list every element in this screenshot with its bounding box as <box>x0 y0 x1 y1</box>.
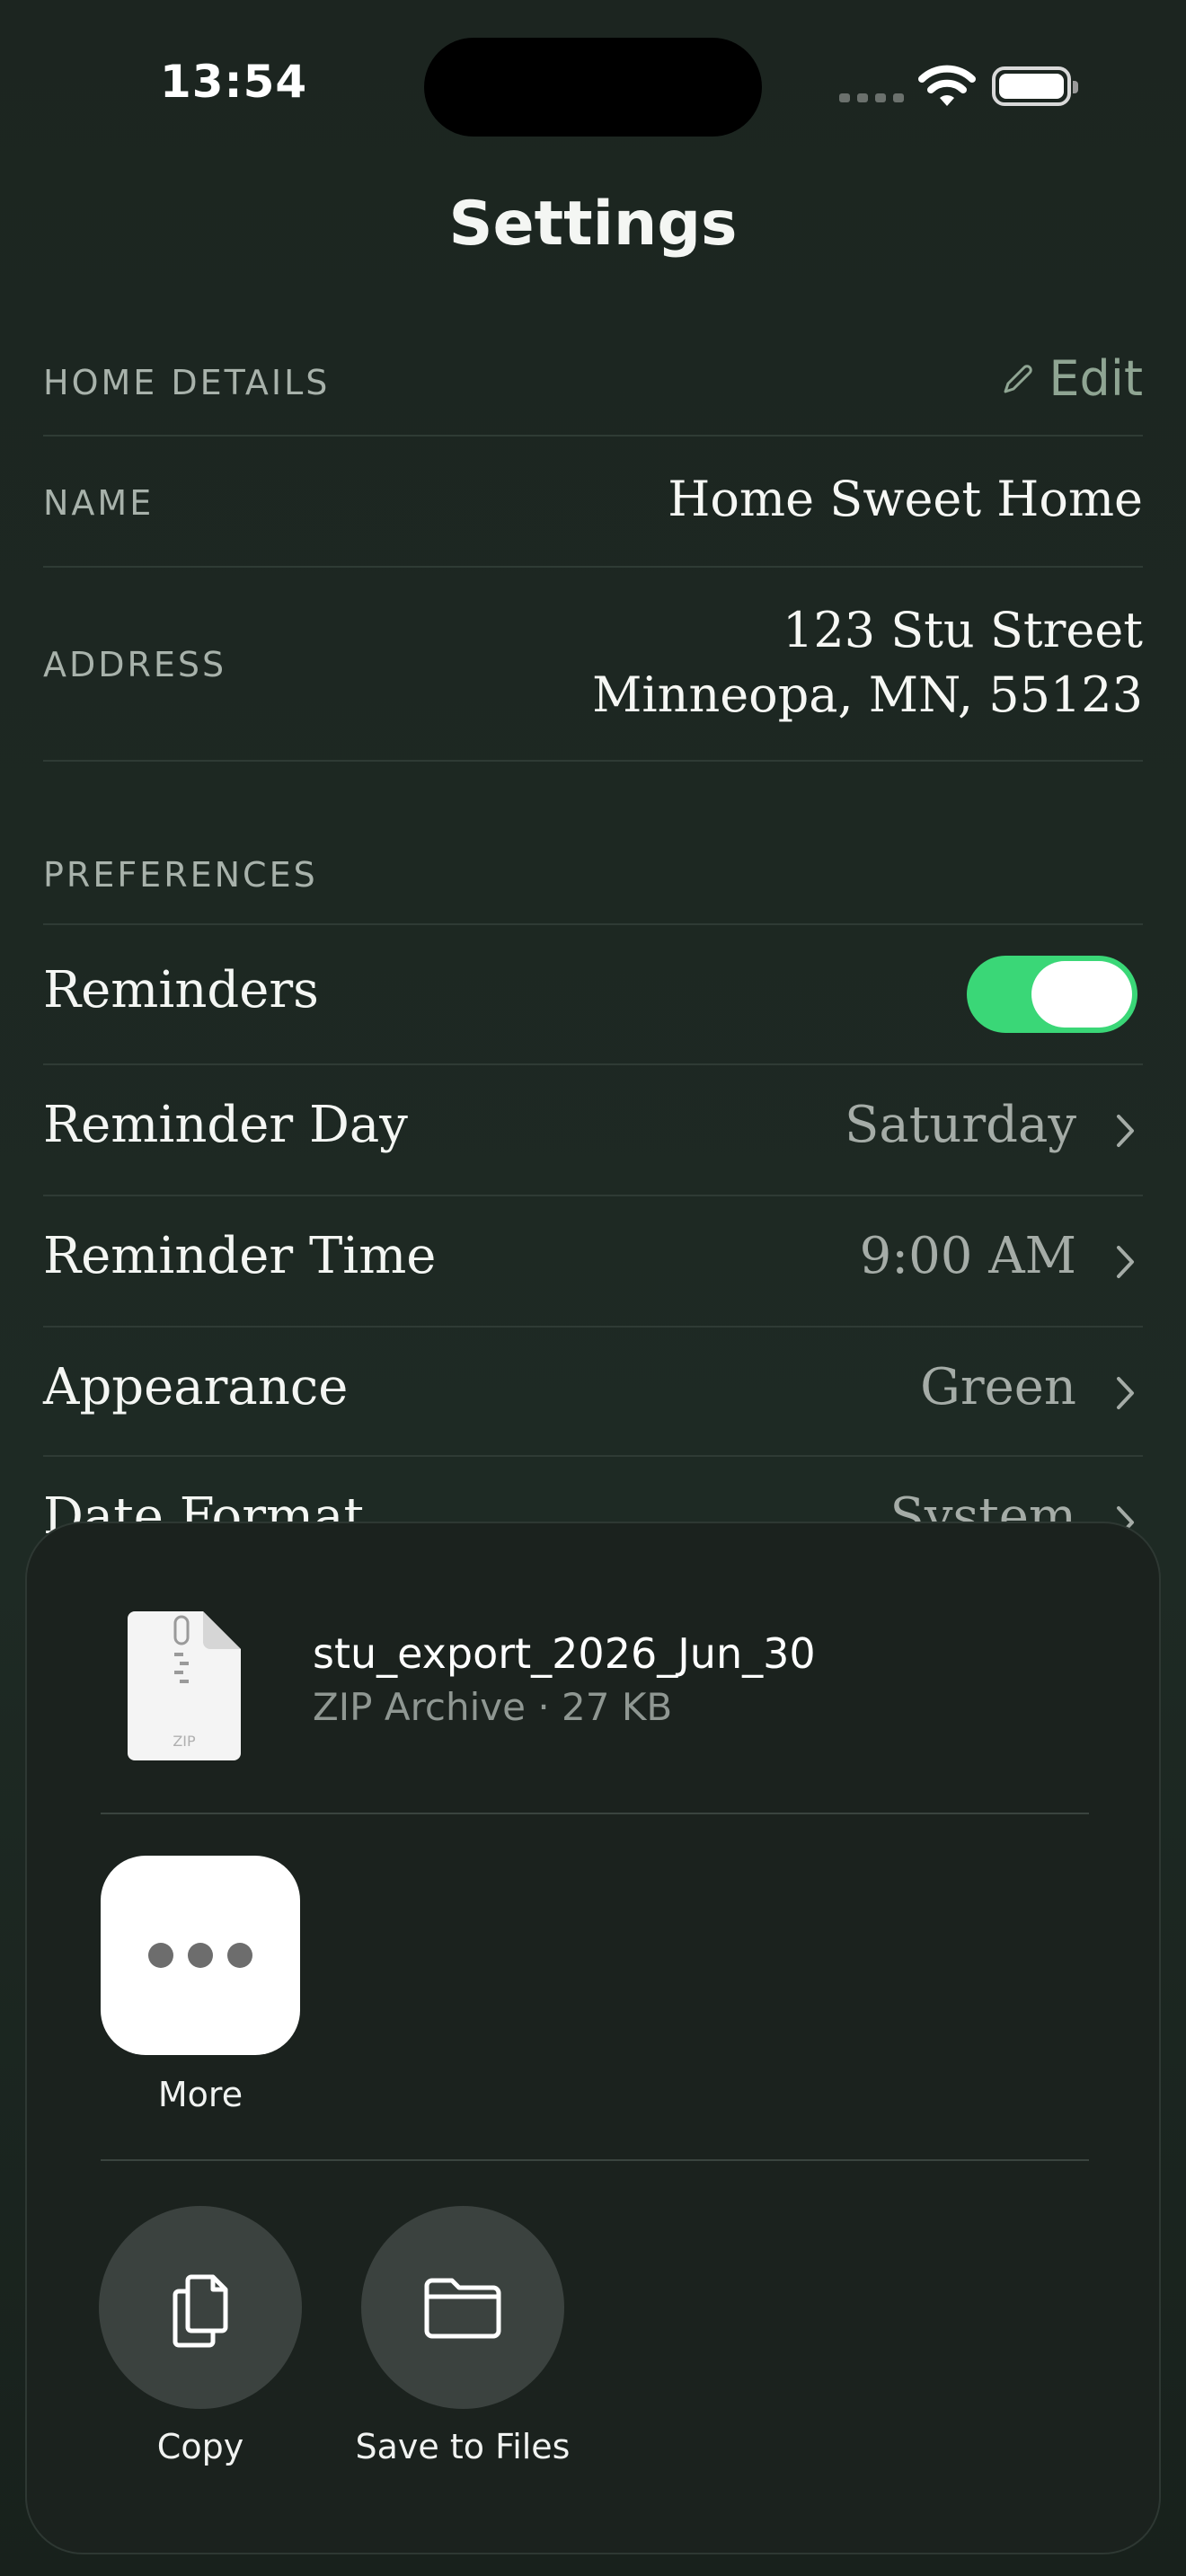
preferences-header: PREFERENCES <box>43 855 318 895</box>
more-button[interactable] <box>101 1856 300 2055</box>
pencil-icon <box>1004 364 1033 393</box>
chevron-right-icon <box>1117 1377 1134 1409</box>
zip-file-icon: ZIP <box>128 1611 241 1760</box>
chevron-right-icon <box>1117 1246 1134 1278</box>
toggle-knob <box>1031 961 1132 1028</box>
address-value: 123 Stu Street Minneopa, MN, 55123 <box>592 598 1143 728</box>
copy-icon <box>173 2274 228 2348</box>
copy-label: Copy <box>156 2427 244 2466</box>
divider <box>43 760 1143 762</box>
appearance-value[interactable]: Green <box>920 1358 1076 1416</box>
divider <box>43 1326 1143 1328</box>
address-line-2: Minneopa, MN, 55123 <box>592 666 1143 723</box>
file-name: stu_export_2026_Jun_30 <box>313 1629 816 1678</box>
more-icon <box>148 1943 173 1968</box>
divider <box>43 1195 1143 1196</box>
divider <box>43 923 1143 925</box>
divider <box>43 566 1143 568</box>
divider <box>43 1063 1143 1065</box>
copy-button[interactable] <box>99 2206 302 2409</box>
wifi-icon <box>918 65 976 106</box>
file-meta: ZIP Archive · 27 KB <box>313 1685 673 1729</box>
chevron-right-icon <box>1117 1115 1134 1147</box>
home-details-header: HOME DETAILS <box>43 363 331 402</box>
dynamic-island <box>424 38 762 137</box>
page-title: Settings <box>448 189 738 260</box>
divider <box>43 435 1143 437</box>
divider <box>43 1455 1143 1457</box>
name-label: NAME <box>43 483 155 523</box>
status-time: 13:54 <box>160 56 308 108</box>
zip-badge: ZIP <box>173 1733 196 1750</box>
share-sheet: ZIP stu_export_2026_Jun_30 ZIP Archive ·… <box>25 1522 1161 2554</box>
reminders-toggle[interactable] <box>967 956 1137 1033</box>
name-value: Home Sweet Home <box>668 471 1143 527</box>
cellular-signal-icon <box>839 93 904 102</box>
battery-icon <box>992 66 1078 106</box>
sheet-divider <box>101 1813 1089 1814</box>
folder-icon <box>424 2278 501 2339</box>
edit-button[interactable]: Edit <box>1000 350 1143 407</box>
appearance-label[interactable]: Appearance <box>43 1358 348 1416</box>
address-line-1: 123 Stu Street <box>783 602 1143 658</box>
reminder-day-label[interactable]: Reminder Day <box>43 1096 408 1154</box>
more-label: More <box>157 2075 243 2114</box>
reminder-day-value[interactable]: Saturday <box>845 1096 1076 1154</box>
save-to-files-button[interactable] <box>361 2206 564 2409</box>
reminder-time-value[interactable]: 9:00 AM <box>860 1227 1076 1285</box>
save-to-files-label: Save to Files <box>355 2427 571 2466</box>
sheet-divider <box>101 2159 1089 2161</box>
edit-label: Edit <box>1049 350 1143 407</box>
reminder-time-label[interactable]: Reminder Time <box>43 1227 436 1285</box>
reminders-label: Reminders <box>43 961 319 1019</box>
address-label: ADDRESS <box>43 645 227 684</box>
